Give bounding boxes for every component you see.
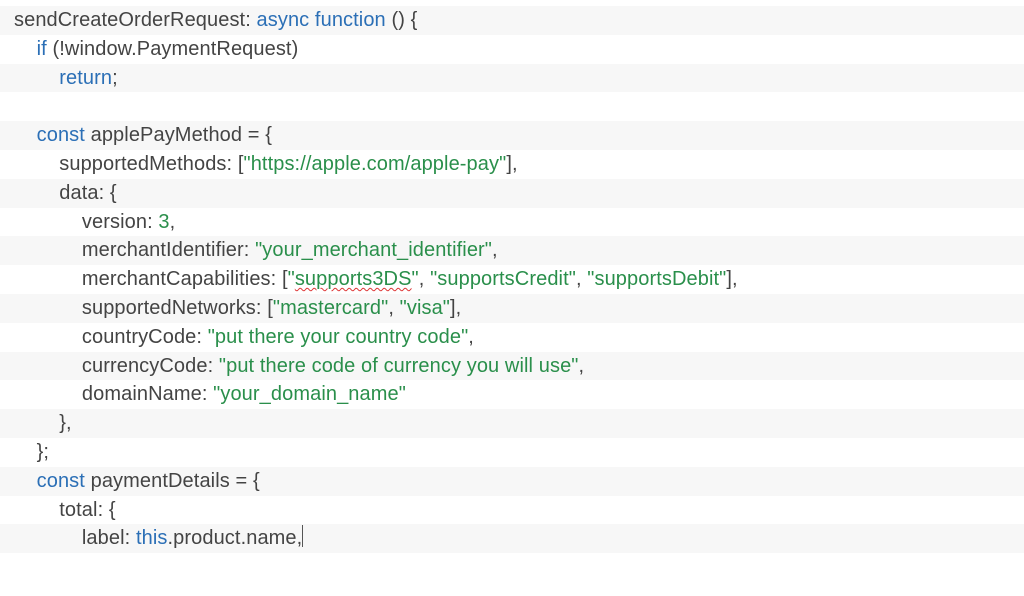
code-line-2: if (!window.PaymentRequest) — [0, 35, 1024, 64]
code-token: supportedMethods: [ — [59, 153, 243, 175]
code-token: " — [288, 268, 295, 290]
code-token: ], — [726, 268, 737, 290]
code-token: , — [579, 355, 585, 377]
code-token: supportedNetworks: [ — [82, 297, 273, 319]
code-line-16: }; — [0, 438, 1024, 467]
code-line-5: const applePayMethod = { — [0, 121, 1024, 150]
code-token: ], — [506, 153, 517, 175]
code-token: "your_merchant_identifier" — [255, 239, 492, 261]
code-token: , — [492, 239, 498, 261]
code-line-6: supportedMethods: ["https://apple.com/ap… — [0, 150, 1024, 179]
code-token: "https://apple.com/apple-pay" — [244, 153, 507, 175]
code-token: merchantIdentifier: — [82, 239, 255, 261]
code-token: 3 — [158, 211, 169, 233]
code-token: "your_domain_name" — [213, 383, 406, 405]
code-token: total: { — [59, 499, 115, 521]
code-token: merchantCapabilities: [ — [82, 268, 288, 290]
code-line-18: total: { — [0, 496, 1024, 525]
code-token: paymentDetails = { — [85, 470, 260, 492]
code-line-19: label: this.product.name, — [0, 524, 1024, 553]
code-line-8: version: 3, — [0, 208, 1024, 237]
code-token: }, — [59, 412, 71, 434]
code-token: }; — [37, 441, 49, 463]
code-token: (!window.PaymentRequest) — [47, 38, 299, 60]
code-token: "visa" — [400, 297, 450, 319]
code-token: "supportsDebit" — [587, 268, 726, 290]
code-token: if — [37, 38, 47, 60]
code-line-14: domainName: "your_domain_name" — [0, 380, 1024, 409]
code-token: " — [412, 268, 419, 290]
code-token: return — [59, 67, 112, 89]
code-token: async function — [257, 9, 386, 31]
code-token: , — [388, 297, 399, 319]
code-token: supports3DS — [295, 268, 412, 290]
code-token: domainName: — [82, 383, 213, 405]
code-token: "put there your country code" — [208, 326, 469, 348]
code-token: version: — [82, 211, 159, 233]
code-line-13: currencyCode: "put there code of currenc… — [0, 352, 1024, 381]
code-token: ], — [450, 297, 461, 319]
code-token: ; — [112, 67, 118, 89]
code-block: sendCreateOrderRequest: async function (… — [0, 0, 1024, 553]
code-line-3: return; — [0, 64, 1024, 93]
code-line-17: const paymentDetails = { — [0, 467, 1024, 496]
code-line-7: data: { — [0, 179, 1024, 208]
code-line-15: }, — [0, 409, 1024, 438]
code-line-10: merchantCapabilities: ["supports3DS", "s… — [0, 265, 1024, 294]
code-token: , — [170, 211, 176, 233]
code-token: sendCreateOrderRequest: — [14, 9, 257, 31]
code-line-12: countryCode: "put there your country cod… — [0, 323, 1024, 352]
code-line-1: sendCreateOrderRequest: async function (… — [0, 6, 1024, 35]
code-line-9: merchantIdentifier: "your_merchant_ident… — [0, 236, 1024, 265]
text-caret — [302, 525, 303, 547]
code-token: , — [419, 268, 430, 290]
code-token: , — [468, 326, 474, 348]
code-token: countryCode: — [82, 326, 208, 348]
code-token: "mastercard" — [273, 297, 388, 319]
code-token: , — [576, 268, 587, 290]
code-token: const — [37, 124, 85, 146]
code-token: "supportsCredit" — [430, 268, 576, 290]
code-line-11: supportedNetworks: ["mastercard", "visa"… — [0, 294, 1024, 323]
code-token: const — [37, 470, 85, 492]
code-line-4 — [0, 92, 1024, 121]
code-token: "put there code of currency you will use… — [219, 355, 579, 377]
code-token: () { — [386, 9, 418, 31]
code-token: currencyCode: — [82, 355, 219, 377]
code-token: applePayMethod = { — [85, 124, 272, 146]
code-token: .product.name, — [168, 527, 303, 549]
code-token: data: { — [59, 182, 116, 204]
code-token: this — [136, 527, 168, 549]
code-token: label: — [82, 527, 136, 549]
